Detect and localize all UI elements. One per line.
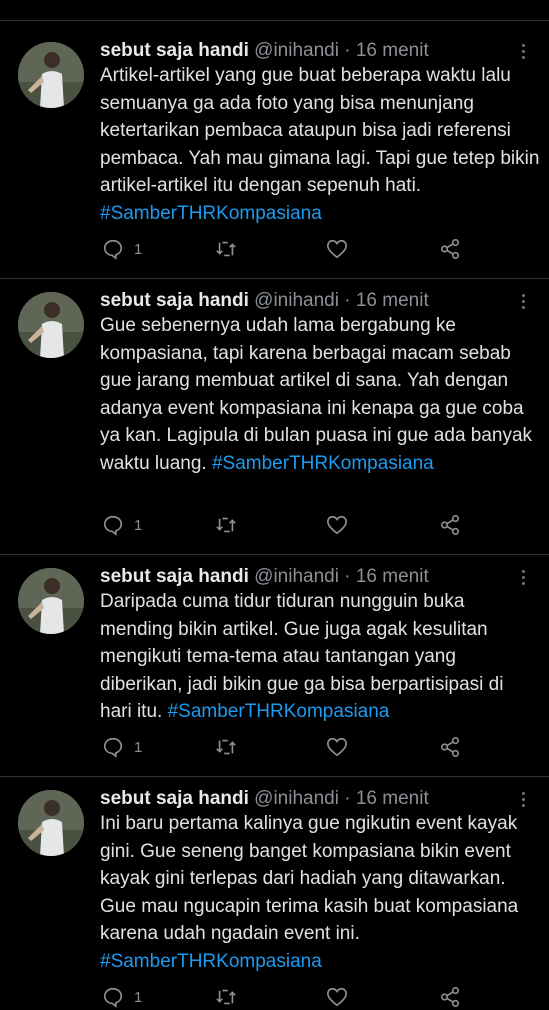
meta-separator: · [344, 290, 351, 311]
reply-button[interactable]: 1 [102, 238, 142, 260]
author-name[interactable]: sebut saja handi [100, 566, 249, 587]
retweet-button[interactable] [214, 514, 238, 536]
avatar[interactable] [18, 568, 84, 634]
tweet-header: sebut saja handi @inihandi · 16 menit [100, 788, 429, 810]
retweet-icon [216, 241, 236, 257]
share-button[interactable] [438, 238, 462, 260]
meta-separator: · [344, 788, 351, 809]
share-icon [440, 737, 460, 757]
like-icon [327, 737, 347, 757]
author-handle[interactable]: @inihandi [254, 40, 339, 61]
reply-button[interactable]: 1 [102, 736, 142, 758]
tweet-time[interactable]: 16 menit [356, 788, 429, 809]
share-icon [440, 515, 460, 535]
tweet-text: Daripada cuma tidur tiduran nungguin buk… [100, 588, 540, 726]
like-button[interactable] [325, 736, 349, 758]
tweet-actions: 1 [100, 238, 540, 262]
avatar-photo [18, 790, 84, 856]
like-icon [327, 239, 347, 259]
hashtag-link[interactable]: #SamberTHRKompasiana [100, 951, 322, 972]
like-button[interactable] [325, 986, 349, 1008]
avatar[interactable] [18, 790, 84, 856]
tweet-divider [0, 278, 549, 279]
tweet-text: Artikel-artikel yang gue buat beberapa w… [100, 62, 540, 228]
share-button[interactable] [438, 986, 462, 1008]
more-options-icon[interactable] [518, 568, 528, 588]
hashtag-link[interactable]: #SamberTHRKompasiana [212, 453, 434, 474]
share-icon [440, 987, 460, 1007]
tweet-time[interactable]: 16 menit [356, 566, 429, 587]
hashtag-link[interactable]: #SamberTHRKompasiana [168, 701, 390, 722]
reply-count: 1 [134, 988, 143, 1006]
tweet-body: Gue sebenernya udah lama bergabung ke ko… [100, 315, 533, 474]
avatar[interactable] [18, 42, 84, 108]
reply-count: 1 [134, 516, 143, 534]
share-button[interactable] [438, 514, 462, 536]
tweet-actions: 1 [100, 736, 540, 760]
reply-count: 1 [134, 738, 143, 756]
tweet-actions: 1 [100, 986, 540, 1010]
meta-separator: · [344, 40, 351, 61]
reply-icon [103, 987, 123, 1008]
author-handle[interactable]: @inihandi [254, 290, 339, 311]
retweet-icon [216, 517, 236, 533]
retweet-button[interactable] [214, 736, 238, 758]
hashtag-link[interactable]: #SamberTHRKompasiana [100, 203, 322, 224]
more-options-icon[interactable] [518, 292, 528, 312]
avatar-photo [18, 42, 84, 108]
retweet-button[interactable] [214, 986, 238, 1008]
author-handle[interactable]: @inihandi [254, 566, 339, 587]
tweet-divider [0, 776, 549, 777]
like-button[interactable] [325, 514, 349, 536]
reply-icon [103, 515, 123, 536]
author-handle[interactable]: @inihandi [254, 788, 339, 809]
author-name[interactable]: sebut saja handi [100, 788, 249, 809]
tweet-actions: 1 [100, 514, 540, 538]
author-name[interactable]: sebut saja handi [100, 40, 249, 61]
tweet-header: sebut saja handi @inihandi · 16 menit [100, 566, 429, 588]
like-button[interactable] [325, 238, 349, 260]
reply-button[interactable]: 1 [102, 986, 142, 1008]
tweet-time[interactable]: 16 menit [356, 40, 429, 61]
reply-icon [103, 737, 123, 758]
retweet-icon [216, 739, 236, 755]
like-icon [327, 987, 347, 1007]
share-icon [440, 239, 460, 259]
tweet-header: sebut saja handi @inihandi · 16 menit [100, 40, 429, 62]
reply-count: 1 [134, 240, 143, 258]
tweet-time[interactable]: 16 menit [356, 290, 429, 311]
retweet-button[interactable] [214, 238, 238, 260]
more-options-icon[interactable] [518, 42, 528, 62]
tweet-header: sebut saja handi @inihandi · 16 menit [100, 290, 429, 312]
tweet-divider [0, 554, 549, 555]
share-button[interactable] [438, 736, 462, 758]
reply-button[interactable]: 1 [102, 514, 142, 536]
tweet-body: Artikel-artikel yang gue buat beberapa w… [100, 65, 540, 197]
avatar-photo [18, 292, 84, 358]
meta-separator: · [344, 566, 351, 587]
top-divider [0, 20, 549, 21]
avatar-photo [18, 568, 84, 634]
tweet-body: Ini baru pertama kalinya gue ngikutin ev… [100, 813, 519, 945]
tweet-text: Gue sebenernya udah lama bergabung ke ko… [100, 312, 540, 478]
tweet-text: Ini baru pertama kalinya gue ngikutin ev… [100, 810, 540, 976]
avatar[interactable] [18, 292, 84, 358]
more-options-icon[interactable] [518, 790, 528, 810]
reply-icon [103, 239, 123, 260]
author-name[interactable]: sebut saja handi [100, 290, 249, 311]
retweet-icon [216, 989, 236, 1005]
like-icon [327, 515, 347, 535]
